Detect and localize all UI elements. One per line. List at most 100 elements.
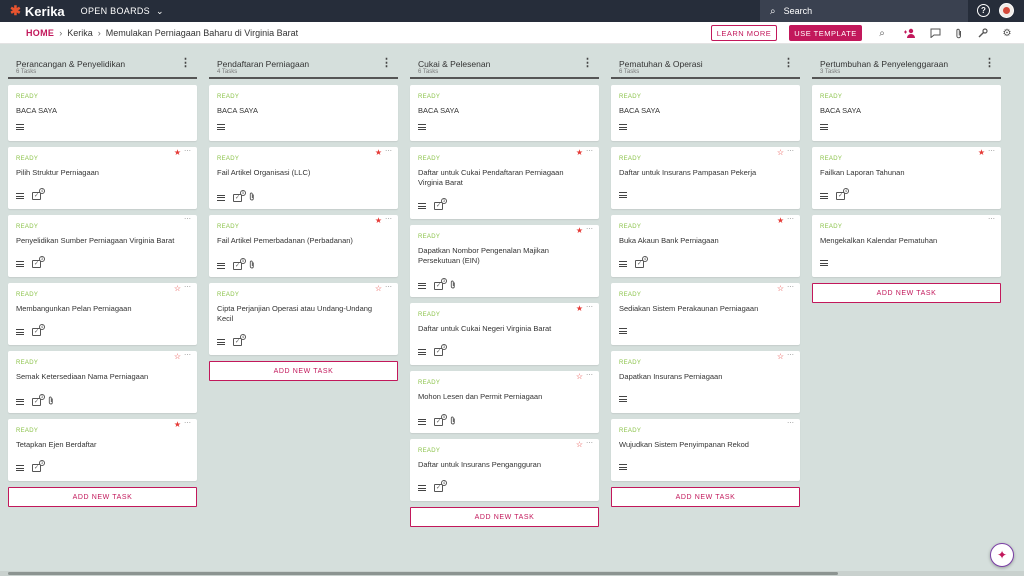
card-menu-icon[interactable]: ⋯ — [586, 372, 593, 379]
more-vertical-icon[interactable]: ⋮ — [984, 58, 995, 69]
task-title: Daftar untuk Cukai Negeri Virginia Barat — [418, 324, 552, 333]
card-menu-icon[interactable]: ⋯ — [586, 304, 593, 311]
task-card[interactable]: READY Dapatkan Insurans Perniagaan ☆ ⋯ — [611, 351, 800, 413]
star-filled-icon[interactable]: ★ — [174, 149, 181, 157]
card-menu-icon[interactable]: ⋯ — [184, 420, 191, 427]
column-title[interactable]: Perancangan & Penyelidikan — [16, 59, 125, 69]
task-card[interactable]: READY Wujudkan Sistem Penyimpanan Rekod ⋯ — [611, 419, 800, 481]
checklist-icon: ✓ 3 — [434, 198, 447, 210]
add-new-task-button[interactable]: ADD NEW TASK — [209, 361, 398, 381]
add-new-task-button[interactable]: ADD NEW TASK — [410, 507, 599, 527]
star-filled-icon[interactable]: ★ — [576, 227, 583, 235]
more-vertical-icon[interactable]: ⋮ — [582, 58, 593, 69]
attachment-icon[interactable] — [952, 26, 966, 40]
star-filled-icon[interactable]: ★ — [576, 149, 583, 157]
more-vertical-icon[interactable]: ⋮ — [783, 58, 794, 69]
open-boards-menu[interactable]: OPEN BOARDS ⌄ — [81, 6, 164, 17]
column-title[interactable]: Pendaftaran Perniagaan — [217, 59, 309, 69]
card-menu-icon[interactable]: ⋯ — [988, 216, 995, 223]
card-menu-icon[interactable]: ⋯ — [184, 148, 191, 155]
task-card[interactable]: READY Pilih Struktur Perniagaan ★ ⋯ ✓ 4 — [8, 147, 197, 209]
star-outline-icon[interactable]: ☆ — [174, 353, 181, 361]
card-menu-icon[interactable]: ⋯ — [787, 148, 794, 155]
card-menu-icon[interactable]: ⋯ — [787, 216, 794, 223]
task-card[interactable]: READY BACA SAYA — [209, 85, 398, 141]
learn-more-button[interactable]: LEARN MORE — [711, 25, 777, 41]
task-card[interactable]: READY BACA SAYA — [410, 85, 599, 141]
description-icon — [619, 464, 627, 470]
task-card[interactable]: READY Mengekalkan Kalendar Pematuhan ⋯ — [812, 215, 1001, 277]
task-card[interactable]: READY Daftar untuk Cukai Negeri Virginia … — [410, 303, 599, 365]
task-card[interactable]: READY Fail Artikel Organisasi (LLC) ★ ⋯ ✓ 5 — [209, 147, 398, 209]
card-menu-icon[interactable]: ⋯ — [184, 284, 191, 291]
card-menu-icon[interactable]: ⋯ — [385, 284, 392, 291]
card-menu-icon[interactable]: ⋯ — [586, 440, 593, 447]
task-card[interactable]: READY BACA SAYA — [611, 85, 800, 141]
gear-icon[interactable]: ⚙ — [1000, 26, 1014, 40]
star-outline-icon[interactable]: ☆ — [777, 285, 784, 293]
ai-assistant-button[interactable]: ✦ — [990, 543, 1014, 567]
task-card[interactable]: READY Buka Akaun Bank Perniagaan ★ ⋯ ✓ 4 — [611, 215, 800, 277]
star-outline-icon[interactable]: ☆ — [777, 149, 784, 157]
star-filled-icon[interactable]: ★ — [174, 421, 181, 429]
breadcrumb-home[interactable]: HOME — [26, 28, 54, 38]
column-title[interactable]: Cukai & Pelesenan — [418, 59, 490, 69]
task-title: BACA SAYA — [619, 106, 660, 115]
card-menu-icon[interactable]: ⋯ — [586, 148, 593, 155]
avatar[interactable] — [999, 3, 1014, 18]
star-outline-icon[interactable]: ☆ — [174, 285, 181, 293]
help-icon[interactable]: ? — [977, 4, 990, 17]
task-card[interactable]: READY BACA SAYA — [812, 85, 1001, 141]
more-vertical-icon[interactable]: ⋮ — [180, 58, 191, 69]
card-menu-icon[interactable]: ⋯ — [385, 216, 392, 223]
more-vertical-icon[interactable]: ⋮ — [381, 58, 392, 69]
task-card[interactable]: READY Cipta Perjanjian Operasi atau Undan… — [209, 283, 398, 355]
add-new-task-button[interactable]: ADD NEW TASK — [812, 283, 1001, 303]
star-filled-icon[interactable]: ★ — [576, 305, 583, 313]
breadcrumb-org[interactable]: Kerika — [67, 28, 93, 38]
search-input[interactable]: ⌕ Search — [760, 0, 968, 22]
add-new-task-button[interactable]: ADD NEW TASK — [611, 487, 800, 507]
task-card[interactable]: READY Daftar untuk Insurans Pengangguran ☆… — [410, 439, 599, 501]
card-menu-icon[interactable]: ⋯ — [385, 148, 392, 155]
task-card[interactable]: READY Sediakan Sistem Perakaunan Perniaga… — [611, 283, 800, 345]
task-card[interactable]: READY Fail Artikel Pemerbadanan (Perbadan… — [209, 215, 398, 277]
add-new-task-button[interactable]: ADD NEW TASK — [8, 487, 197, 507]
task-title: Failkan Laporan Tahunan — [820, 168, 905, 177]
card-menu-icon[interactable]: ⋯ — [586, 226, 593, 233]
checklist-icon: ✓ 5 — [233, 257, 246, 270]
wrench-icon[interactable] — [976, 26, 990, 40]
add-person-icon[interactable] — [903, 26, 917, 40]
card-menu-icon[interactable]: ⋯ — [787, 420, 794, 427]
star-outline-icon[interactable]: ☆ — [576, 441, 583, 449]
chat-icon[interactable] — [928, 26, 942, 40]
star-filled-icon[interactable]: ★ — [375, 217, 382, 225]
task-card[interactable]: READY Tetapkan Ejen Berdaftar ★ ⋯ ✓ 3 — [8, 419, 197, 481]
star-outline-icon[interactable]: ☆ — [375, 285, 382, 293]
star-outline-icon[interactable]: ☆ — [777, 353, 784, 361]
kerika-logo[interactable]: ✱ Kerika — [10, 3, 65, 19]
use-template-button[interactable]: USE TEMPLATE — [789, 25, 862, 41]
task-card[interactable]: READY Semak Ketersediaan Nama Perniagaan ☆… — [8, 351, 197, 413]
star-filled-icon[interactable]: ★ — [375, 149, 382, 157]
task-card[interactable]: READY Failkan Laporan Tahunan ★ ⋯ ✓ 4 — [812, 147, 1001, 209]
star-outline-icon[interactable]: ☆ — [576, 373, 583, 381]
card-menu-icon[interactable]: ⋯ — [988, 148, 995, 155]
horizontal-scrollbar[interactable] — [8, 572, 838, 575]
column-title[interactable]: Pertumbuhan & Penyelenggaraan — [820, 59, 948, 69]
task-card[interactable]: READY Penyelidikan Sumber Perniagaan Virg… — [8, 215, 197, 277]
task-card[interactable]: READY BACA SAYA — [8, 85, 197, 141]
task-card[interactable]: READY Daftar untuk Cukai Pendaftaran Pern… — [410, 147, 599, 219]
task-card[interactable]: READY Mohon Lesen dan Permit Perniagaan ☆ ⋯… — [410, 371, 599, 433]
task-card[interactable]: READY Membangunkan Pelan Perniagaan ☆ ⋯ ✓ 4 — [8, 283, 197, 345]
card-menu-icon[interactable]: ⋯ — [787, 284, 794, 291]
column-title[interactable]: Pematuhan & Operasi — [619, 59, 703, 69]
card-menu-icon[interactable]: ⋯ — [787, 352, 794, 359]
card-menu-icon[interactable]: ⋯ — [184, 216, 191, 223]
card-menu-icon[interactable]: ⋯ — [184, 352, 191, 359]
task-card[interactable]: READY Dapatkan Nombor Pengenalan Majikan … — [410, 225, 599, 297]
task-card[interactable]: READY Daftar untuk Insurans Pampasan Peke… — [611, 147, 800, 209]
search-icon[interactable]: ⌕ — [875, 26, 889, 40]
star-filled-icon[interactable]: ★ — [777, 217, 784, 225]
star-filled-icon[interactable]: ★ — [978, 149, 985, 157]
